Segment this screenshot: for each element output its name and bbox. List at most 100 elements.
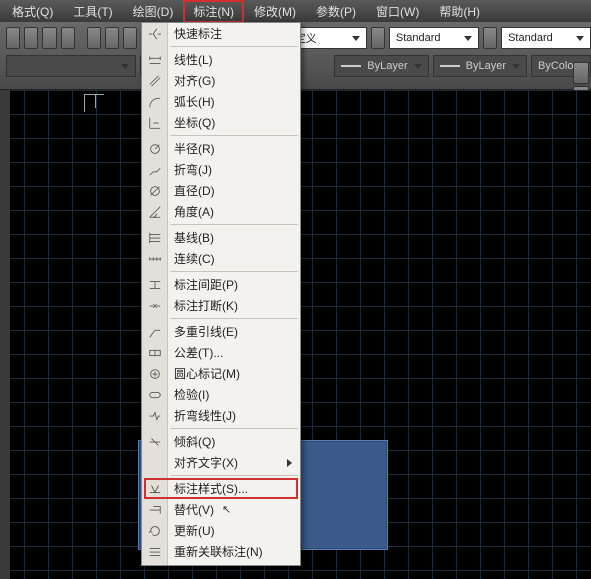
continue-icon <box>147 251 163 267</box>
menu-item-label: 基线(B) <box>174 229 214 246</box>
mleader-icon <box>147 324 163 340</box>
dropdown-layer[interactable] <box>6 55 136 77</box>
jlin-icon <box>147 408 163 424</box>
menu-item-label: 快速标注 <box>174 25 222 42</box>
menu-item-style[interactable]: 标注样式(S)... <box>142 478 300 499</box>
menu-item-label: 标注打断(K) <box>174 297 238 314</box>
menu-item-label: 替代(V) <box>174 501 214 518</box>
menu-tools[interactable]: 工具(T) <box>63 0 122 23</box>
dropdown-label: ByLayer <box>466 60 506 72</box>
ordinate-icon <box>147 115 163 131</box>
dropdown-label: Standard <box>508 32 553 44</box>
menu-item-label: 公差(T)... <box>174 344 223 361</box>
inspect-icon <box>147 387 163 403</box>
chevron-down-icon <box>464 36 472 41</box>
menu-modify[interactable]: 修改(M) <box>244 0 306 23</box>
menu-item-diameter[interactable]: 直径(D) <box>142 180 300 201</box>
menu-item-baseline[interactable]: 基线(B) <box>142 227 300 248</box>
center-icon <box>147 366 163 382</box>
menu-item-label: 圆心标记(M) <box>174 365 240 382</box>
tb-btn[interactable] <box>24 27 38 49</box>
menu-item-space[interactable]: 标注间距(P) <box>142 274 300 295</box>
menu-item-label: 线性(L) <box>174 51 213 68</box>
chevron-down-icon <box>414 64 422 69</box>
menu-item-oblique[interactable]: 倾斜(Q) <box>142 431 300 452</box>
tb-btn[interactable] <box>105 27 119 49</box>
tb-btn[interactable] <box>6 27 20 49</box>
dropdown-standard-1[interactable]: Standard <box>389 27 479 49</box>
override-icon <box>147 502 163 518</box>
quick-icon <box>147 26 163 42</box>
dropdown-bylayer-2[interactable]: ByLayer <box>433 55 527 77</box>
radius-icon <box>147 141 163 157</box>
menu-item-jog[interactable]: 折弯(J) <box>142 159 300 180</box>
chevron-down-icon <box>512 64 520 69</box>
menu-help[interactable]: 帮助(H) <box>429 0 490 23</box>
menu-item-label: 标注间距(P) <box>174 276 238 293</box>
dropdown-label: ByLayer <box>367 60 407 72</box>
jog-icon <box>147 162 163 178</box>
menu-draw[interactable]: 绘图(D) <box>123 0 184 23</box>
tb-btn[interactable] <box>371 27 385 49</box>
space-icon <box>147 277 163 293</box>
menu-item-label: 更新(U) <box>174 522 215 539</box>
menu-item-break[interactable]: 标注打断(K) <box>142 295 300 316</box>
menu-window[interactable]: 窗口(W) <box>366 0 429 23</box>
menu-item-update[interactable]: 更新(U) <box>142 520 300 541</box>
linear-icon <box>147 52 163 68</box>
angle-icon <box>147 204 163 220</box>
menu-item-quick[interactable]: 快速标注 <box>142 23 300 44</box>
menu-item-label: 半径(R) <box>174 140 215 157</box>
menu-item-center[interactable]: 圆心标记(M) <box>142 363 300 384</box>
menu-item-mleader[interactable]: 多重引线(E) <box>142 321 300 342</box>
chevron-down-icon <box>121 64 129 69</box>
menu-item-aligned[interactable]: 对齐(G) <box>142 70 300 91</box>
menubar: 格式(Q) 工具(T) 绘图(D) 标注(N) 修改(M) 参数(P) 窗口(W… <box>0 0 591 22</box>
menu-item-inspect[interactable]: 检验(I) <box>142 384 300 405</box>
menu-item-label: 角度(A) <box>174 203 214 220</box>
chevron-right-icon <box>287 459 292 467</box>
menu-item-angle[interactable]: 角度(A) <box>142 201 300 222</box>
menu-item-linear[interactable]: 线性(L) <box>142 49 300 70</box>
menu-item-label: 折弯线性(J) <box>174 407 236 424</box>
arc-icon <box>147 94 163 110</box>
tb-btn[interactable] <box>87 27 101 49</box>
menu-item-tol[interactable]: 公差(T)... <box>142 342 300 363</box>
menu-item-ordinate[interactable]: 坐标(Q) <box>142 112 300 133</box>
menu-item-radius[interactable]: 半径(R) <box>142 138 300 159</box>
style-icon <box>147 481 163 497</box>
menu-format[interactable]: 格式(Q) <box>2 0 63 23</box>
chevron-down-icon <box>352 36 360 41</box>
aligned-icon <box>147 73 163 89</box>
menu-item-align-text[interactable]: 对齐文字(X) <box>142 452 300 473</box>
menu-item-label: 重新关联标注(N) <box>174 543 263 560</box>
menu-dimension[interactable]: 标注(N) <box>183 0 244 23</box>
chevron-down-icon <box>576 36 584 41</box>
tb-btn[interactable] <box>61 27 75 49</box>
reassoc-icon <box>147 544 163 560</box>
menu-item-arc[interactable]: 弧长(H) <box>142 91 300 112</box>
tol-icon <box>147 345 163 361</box>
menu-item-continue[interactable]: 连续(C) <box>142 248 300 269</box>
oblique-icon <box>147 434 163 450</box>
dropdown-bylayer-1[interactable]: ByLayer <box>334 55 428 77</box>
menu-item-reassoc[interactable]: 重新关联标注(N) <box>142 541 300 562</box>
menu-item-label: 折弯(J) <box>174 161 212 178</box>
break-icon <box>147 298 163 314</box>
menu-item-override[interactable]: 替代(V)↖ <box>142 499 300 520</box>
menu-item-jlin[interactable]: 折弯线性(J) <box>142 405 300 426</box>
menu-item-label: 直径(D) <box>174 182 215 199</box>
dropdown-label: Standard <box>396 32 441 44</box>
tb-btn[interactable] <box>42 27 56 49</box>
tb-btn[interactable] <box>123 27 137 49</box>
menu-parametric[interactable]: 参数(P) <box>306 0 366 23</box>
tb-btn[interactable] <box>573 62 589 84</box>
baseline-icon <box>147 230 163 246</box>
menu-item-label: 倾斜(Q) <box>174 433 215 450</box>
crosshair-cursor <box>84 94 104 112</box>
tb-btn[interactable] <box>483 27 497 49</box>
menu-item-label: 坐标(Q) <box>174 114 215 131</box>
menu-item-label: 多重引线(E) <box>174 323 238 340</box>
diameter-icon <box>147 183 163 199</box>
dropdown-standard-2[interactable]: Standard <box>501 27 591 49</box>
